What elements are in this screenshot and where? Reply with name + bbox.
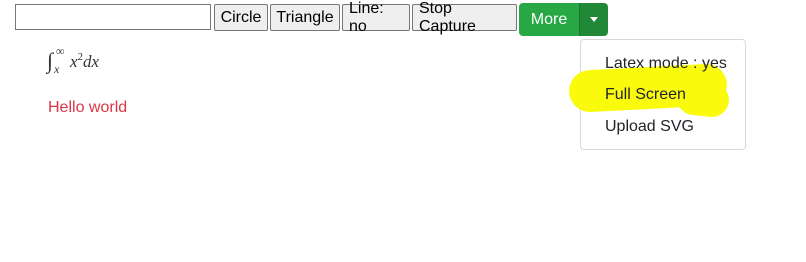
differential: dx [83, 52, 100, 71]
hello-text: Hello world [48, 99, 128, 116]
integrand-base: x [70, 52, 78, 71]
more-button-group: More [519, 3, 608, 36]
stop-capture-button[interactable]: Stop Capture [412, 0, 517, 35]
caret-down-icon [590, 17, 598, 22]
text-input[interactable] [15, 4, 211, 30]
latex-formula: ∫ ∞ x x2dx [47, 44, 127, 76]
line-toggle-button[interactable]: Line: no [342, 0, 410, 35]
triangle-button[interactable]: Triangle [270, 4, 340, 31]
more-dropdown-toggle[interactable] [579, 3, 608, 36]
circle-button[interactable]: Circle [214, 4, 268, 31]
integrand: x2dx [70, 51, 99, 72]
menu-item-upload-svg[interactable]: Upload SVG [605, 118, 694, 136]
integral-symbol: ∫ [47, 48, 54, 73]
integral-upper-limit: ∞ [56, 44, 65, 58]
menu-item-full-screen[interactable]: Full Screen [605, 86, 686, 104]
more-dropdown-menu: Latex mode : yes Full Screen Upload SVG [568, 39, 746, 150]
integral-lower-limit: x [54, 62, 60, 76]
menu-item-latex-mode[interactable]: Latex mode : yes [605, 55, 727, 73]
more-button[interactable]: More [519, 3, 579, 36]
